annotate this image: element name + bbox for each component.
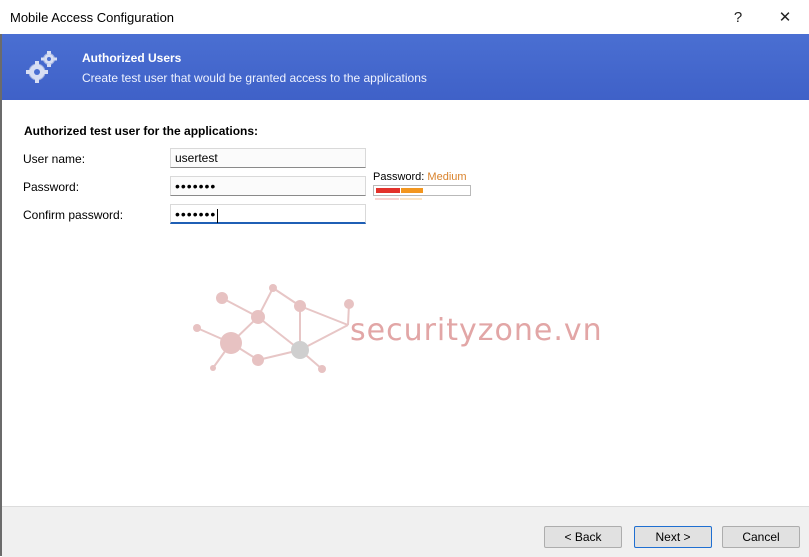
- window-title: Mobile Access Configuration: [10, 10, 175, 25]
- cancel-button[interactable]: Cancel: [722, 526, 800, 548]
- close-button[interactable]: ✕: [768, 4, 802, 30]
- back-button[interactable]: < Back: [544, 526, 622, 548]
- banner-subtitle: Create test user that would be granted a…: [82, 71, 427, 85]
- password-strength-text: Password: Medium: [373, 171, 467, 183]
- wizard-footer: < Back Next > Cancel: [2, 506, 809, 557]
- confirm-password-label: Confirm password:: [23, 208, 124, 222]
- help-button[interactable]: ?: [721, 4, 755, 30]
- password-input[interactable]: •••••••: [170, 176, 366, 196]
- next-button[interactable]: Next >: [634, 526, 712, 548]
- banner-title: Authorized Users: [82, 51, 182, 65]
- text-caret: [217, 208, 219, 223]
- strength-segment-weak: [376, 188, 400, 193]
- username-value: usertest: [175, 151, 218, 165]
- gears-icon: [26, 51, 57, 83]
- watermark-text: securityzone.vn: [350, 313, 603, 348]
- confirm-password-input[interactable]: •••••••: [170, 204, 366, 224]
- password-strength-label: Password:: [373, 171, 425, 183]
- window-edge: [0, 34, 2, 556]
- header-banner: Authorized Users Create test user that w…: [2, 34, 809, 100]
- strength-segment-medium: [401, 188, 423, 193]
- reflection-segment-weak: [375, 198, 399, 200]
- password-label: Password:: [23, 180, 80, 194]
- password-strength-meter: [373, 185, 471, 196]
- reflection-segment-medium: [400, 198, 422, 200]
- username-label: User name:: [23, 152, 86, 166]
- username-input[interactable]: usertest: [170, 148, 366, 168]
- confirm-password-value: •••••••: [175, 206, 217, 222]
- password-value: •••••••: [175, 178, 217, 194]
- password-strength-value: Medium: [427, 171, 467, 183]
- form-heading: Authorized test user for the application…: [24, 124, 259, 138]
- strength-meter-reflection: [373, 197, 422, 203]
- title-bar: Mobile Access Configuration ? ✕: [0, 0, 809, 34]
